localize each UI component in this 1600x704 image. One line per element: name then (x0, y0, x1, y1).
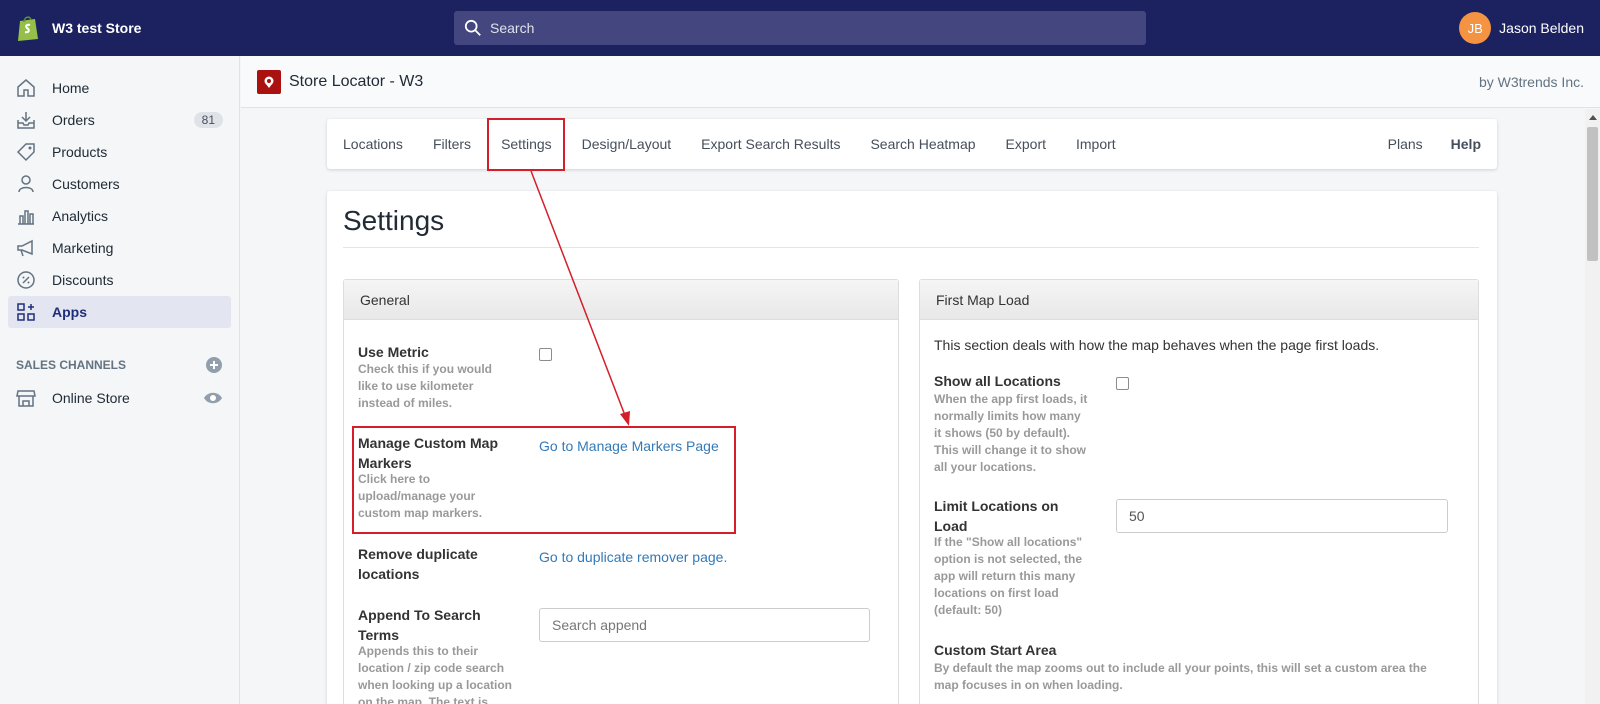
use-metric-label: Use Metric (358, 344, 429, 360)
discount-icon (17, 271, 35, 289)
page-scrollbar[interactable] (1585, 109, 1600, 704)
user-menu[interactable]: JB Jason Belden (1459, 12, 1584, 44)
markers-row-highlight (352, 426, 736, 534)
sidebar-item-label: Home (52, 80, 90, 96)
general-panel-title: General (344, 280, 898, 320)
tab-plans[interactable]: Plans (1388, 136, 1423, 152)
sidebar-item-label: Discounts (52, 272, 114, 288)
app-vendor: by W3trends Inc. (1478, 73, 1584, 90)
tab-search-heatmap[interactable]: Search Heatmap (870, 136, 975, 152)
sidebar-item-label: Online Store (52, 390, 130, 406)
settings-tab-highlight (487, 118, 565, 171)
search-icon (464, 19, 481, 36)
tab-design-layout[interactable]: Design/Layout (582, 136, 672, 152)
store-locator-logo-icon (257, 69, 281, 94)
eye-icon[interactable] (203, 388, 223, 408)
sidebar: Home Orders 81 Products Customers Analyt… (0, 56, 240, 704)
apps-icon (17, 303, 35, 321)
app-header: Store Locator - W3 by W3trends Inc. (241, 56, 1600, 108)
page-title: Settings (343, 205, 445, 236)
tab-bar-right: Plans Help (1388, 136, 1497, 152)
sidebar-item-discounts[interactable]: Discounts (8, 264, 231, 296)
title-divider (343, 247, 1479, 248)
avatar: JB (1459, 12, 1492, 44)
top-bar: W3 test Store Search JB Jason Belden (0, 0, 1600, 56)
tab-export[interactable]: Export (1006, 136, 1046, 152)
first-map-load-intro: This section deals with how the map beha… (934, 337, 1380, 353)
store-name: W3 test Store (52, 20, 142, 36)
duplicate-remover-link[interactable]: Go to duplicate remover page. (539, 549, 727, 565)
append-help: Appends this to their location / zip cod… (358, 644, 513, 704)
user-name: Jason Belden (1499, 20, 1584, 36)
sidebar-item-label: Products (52, 144, 108, 160)
bar-chart-icon (18, 210, 34, 225)
tab-export-search-results[interactable]: Export Search Results (701, 136, 840, 152)
shopify-bag-icon (18, 16, 38, 41)
custom-start-help: By default the map zooms out to include … (934, 661, 1427, 692)
first-map-load-title: First Map Load (920, 280, 1478, 320)
duplicates-label: Remove duplicate locations (358, 546, 478, 582)
megaphone-icon (17, 239, 33, 257)
tab-filters[interactable]: Filters (433, 136, 471, 152)
sidebar-item-label: Apps (52, 304, 87, 320)
search-input[interactable]: Search (454, 11, 1146, 45)
add-channel-icon[interactable] (205, 356, 223, 374)
store-brand[interactable]: W3 test Store (0, 14, 240, 42)
sidebar-item-online-store[interactable]: Online Store (8, 382, 231, 414)
limit-help: If the "Show all locations" option is no… (934, 535, 1083, 617)
sales-channels-header: SALES CHANNELS (16, 356, 223, 374)
sidebar-item-customers[interactable]: Customers (8, 168, 231, 200)
sidebar-item-label: Analytics (52, 208, 109, 224)
use-metric-checkbox[interactable] (539, 348, 552, 361)
sidebar-item-analytics[interactable]: Analytics (8, 200, 231, 232)
show-all-checkbox[interactable] (1116, 377, 1129, 390)
show-all-help: When the app first loads, it normally li… (934, 392, 1088, 474)
tab-import[interactable]: Import (1076, 136, 1116, 152)
show-all-label: Show all Locations (934, 373, 1061, 389)
tab-locations[interactable]: Locations (343, 136, 403, 152)
search-placeholder: Search (490, 20, 535, 36)
app-content: Locations Filters Settings Design/Layout… (241, 109, 1585, 704)
sidebar-item-marketing[interactable]: Marketing (8, 232, 231, 264)
orders-count-badge: 81 (193, 112, 223, 128)
limit-locations-input[interactable]: 50 (1116, 499, 1448, 533)
append-label: Append To Search Terms (358, 607, 481, 643)
scroll-up-icon[interactable] (1589, 115, 1597, 120)
storefront-icon (16, 390, 36, 407)
sales-channels-title: SALES CHANNELS (16, 358, 127, 372)
sidebar-item-apps[interactable]: Apps (8, 296, 231, 328)
sidebar-item-orders[interactable]: Orders 81 (8, 104, 231, 136)
home-icon (17, 79, 35, 97)
custom-start-label: Custom Start Area (934, 642, 1057, 658)
sidebar-item-label: Customers (52, 176, 120, 192)
tab-help[interactable]: Help (1451, 136, 1481, 152)
use-metric-help: Check this if you would like to use kilo… (358, 362, 493, 410)
first-map-load-panel: First Map Load This section deals with h… (919, 279, 1479, 704)
sidebar-item-products[interactable]: Products (8, 136, 231, 168)
sidebar-item-label: Marketing (52, 240, 114, 256)
scroll-thumb[interactable] (1587, 127, 1598, 261)
search-append-input[interactable]: Search append (539, 608, 870, 642)
person-icon (18, 175, 34, 193)
sidebar-item-label: Orders (52, 112, 95, 128)
orders-icon (17, 112, 35, 129)
app-title: Store Locator - W3 (289, 72, 424, 90)
tag-icon (16, 143, 35, 162)
limit-label: Limit Locations on Load (934, 498, 1059, 534)
sidebar-item-home[interactable]: Home (8, 72, 231, 104)
